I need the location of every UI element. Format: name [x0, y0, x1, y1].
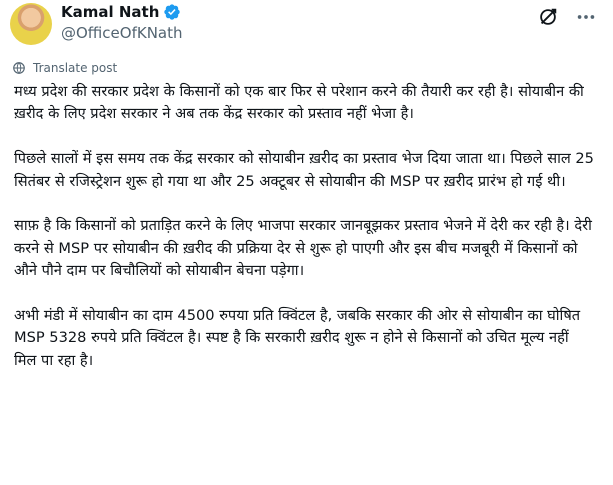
- post-paragraph-2: पिछले सालों में इस समय तक केंद्र सरकार क…: [14, 150, 594, 190]
- post-paragraph-1: मध्य प्रदेश की सरकार प्रदेश के किसानों क…: [14, 83, 584, 123]
- name-row: Kamal Nath: [61, 2, 183, 22]
- post: Kamal Nath @OfficeOfKNath Translate post…: [0, 0, 613, 485]
- post-text: मध्य प्रदेश की सरकार प्रदेश के किसानों क…: [14, 81, 594, 395]
- post-header: Kamal Nath @OfficeOfKNath: [10, 0, 597, 56]
- avatar[interactable]: [10, 3, 52, 45]
- handle[interactable]: @OfficeOfKNath: [61, 24, 183, 42]
- translate-icon: [13, 62, 25, 74]
- display-name[interactable]: Kamal Nath: [61, 3, 159, 21]
- post-actions: [537, 6, 597, 28]
- grok-icon[interactable]: [537, 6, 559, 28]
- translate-post-link[interactable]: Translate post: [12, 61, 117, 75]
- post-paragraph-3: साफ़ है कि किसानों को प्रताड़ित करने के …: [14, 217, 592, 280]
- verified-badge-icon: [164, 4, 181, 20]
- post-paragraph-4: अभी मंडी में सोयाबीन का दाम 4500 रुपया प…: [14, 307, 581, 369]
- translate-label: Translate post: [33, 61, 118, 75]
- more-icon[interactable]: [575, 6, 597, 28]
- author-block: Kamal Nath @OfficeOfKNath: [61, 2, 183, 42]
